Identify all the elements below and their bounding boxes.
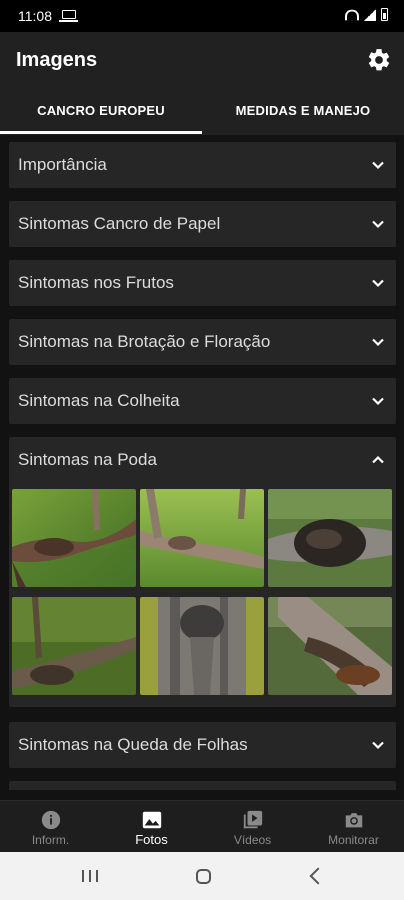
chevron-down-icon <box>372 741 384 750</box>
chevron-down-icon <box>372 397 384 406</box>
camera-icon <box>345 813 362 828</box>
status-time: 11:08 <box>18 8 52 24</box>
section-sintomas-na-poda: Sintomas na Poda <box>9 437 396 707</box>
canker-twig-green-photo[interactable] <box>12 597 136 695</box>
chevron-down-icon <box>372 220 384 229</box>
signal-icon <box>364 9 376 21</box>
section-label: Sintomas na Brotação e Floração <box>18 332 271 351</box>
section-label[interactable]: Sintomas na Poda <box>18 437 157 483</box>
chevron-down-icon <box>372 279 384 288</box>
battery-icon <box>381 8 388 21</box>
nav-label: Fotos <box>135 832 168 847</box>
section-label: Sintomas na Colheita <box>18 391 180 410</box>
section-sintomas-queda-de-folhas[interactable]: Sintomas na Queda de Folhas <box>9 722 396 768</box>
laptop-icon <box>59 10 78 22</box>
system-icons <box>345 8 388 21</box>
chevron-up-icon[interactable] <box>371 453 385 467</box>
section-label: Sintomas na Queda de Folhas <box>18 735 248 754</box>
nav-label: Vídeos <box>233 833 272 847</box>
recent-apps-icon[interactable] <box>82 870 98 882</box>
nav-monitorar[interactable]: Monitorar <box>303 801 404 853</box>
sections-list: Importância Sintomas Cancro de Papel Sin… <box>0 135 404 790</box>
section-sintomas-na-colheita[interactable]: Sintomas na Colheita <box>9 378 396 424</box>
app-bar: Imagens <box>0 32 404 90</box>
status-bar: 11:08 <box>0 0 404 32</box>
info-icon <box>41 810 60 830</box>
photo-icon <box>142 811 161 829</box>
section-partial[interactable] <box>9 781 396 790</box>
section-label: Sintomas Cancro de Papel <box>18 214 221 233</box>
canker-wound-branch-photo[interactable] <box>140 489 264 587</box>
section-sintomas-nos-frutos[interactable]: Sintomas nos Frutos <box>9 260 396 306</box>
canker-branch-photo[interactable] <box>12 489 136 587</box>
back-icon[interactable] <box>309 867 327 885</box>
section-label: Importância <box>18 155 107 174</box>
nav-fotos[interactable]: Fotos <box>101 801 202 853</box>
tab-cancro-europeu[interactable]: CANCRO EUROPEU <box>0 90 202 135</box>
section-importancia[interactable]: Importância <box>9 142 396 188</box>
tab-bar: CANCRO EUROPEU MEDIDAS E MANEJO <box>0 90 404 135</box>
nav-label: Monitorar <box>328 833 379 847</box>
canker-dark-bark-photo[interactable] <box>268 489 392 587</box>
wifi-icon <box>345 9 359 21</box>
nav-inform[interactable]: Inform. <box>0 801 101 853</box>
trunk-canker-photo[interactable] <box>140 597 264 695</box>
home-icon[interactable] <box>196 869 211 884</box>
nav-label: Inform. <box>31 833 70 847</box>
video-library-icon <box>243 810 262 829</box>
tab-medidas-e-manejo[interactable]: MEDIDAS E MANEJO <box>202 90 404 135</box>
chevron-down-icon <box>372 338 384 347</box>
bottom-navigation: Inform. Fotos Vídeos Monitorar <box>0 800 404 853</box>
nav-videos[interactable]: Vídeos <box>202 801 303 853</box>
page-title: Imagens <box>16 49 98 71</box>
section-sintomas-brotacao-floracao[interactable]: Sintomas na Brotação e Floração <box>9 319 396 365</box>
chevron-down-icon <box>372 161 384 170</box>
section-sintomas-cancro-de-papel[interactable]: Sintomas Cancro de Papel <box>9 201 396 247</box>
section-label: Sintomas nos Frutos <box>18 273 174 292</box>
branch-decay-photo[interactable] <box>268 597 392 695</box>
gear-icon[interactable] <box>366 47 392 73</box>
system-nav-bar <box>0 852 404 900</box>
